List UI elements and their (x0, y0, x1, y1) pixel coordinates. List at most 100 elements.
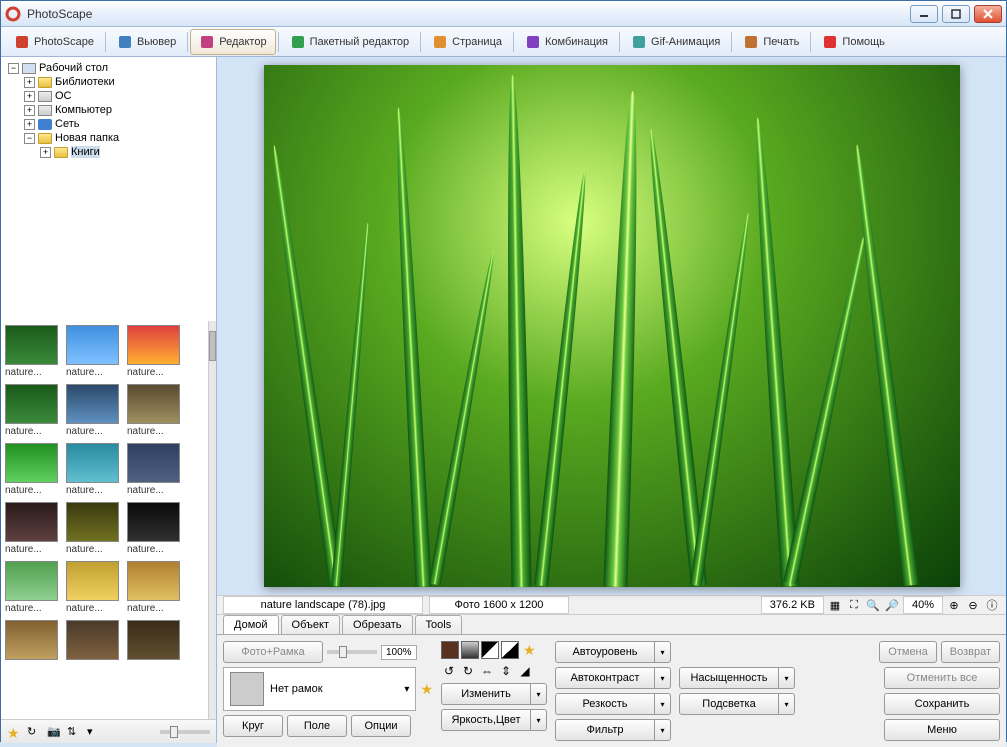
thumbnail-13[interactable]: nature... (66, 561, 121, 614)
scrollbar-handle[interactable] (209, 331, 216, 361)
photo-canvas[interactable] (264, 65, 960, 587)
resize-split-button[interactable]: Изменить▾ (441, 683, 547, 705)
editor-tab-1[interactable]: Объект (281, 615, 340, 634)
left-panel: −Рабочий стол+Библиотеки+ОС+Компьютер+Се… (1, 57, 217, 743)
autolevel-split-button[interactable]: Автоуровень▾ (555, 641, 671, 663)
thumbnail-3[interactable]: nature... (5, 384, 60, 437)
sharpness-split-button[interactable]: Резкость▾ (555, 693, 671, 715)
frame-favorite-icon[interactable]: ★ (420, 681, 433, 698)
frame-percent: 100% (381, 645, 417, 660)
round-button[interactable]: Круг (223, 715, 283, 737)
checker-icon[interactable]: ▦ (827, 597, 843, 613)
thumbnail-14[interactable]: nature... (127, 561, 182, 614)
sort-icon[interactable]: ⇅ (67, 725, 81, 739)
flip-h-icon[interactable]: ⇔ (479, 663, 495, 679)
thumbnail-toolbar: ★ ↻ 📷 ⇅ ▾ (1, 719, 216, 743)
tree-item-3[interactable]: +Компьютер (5, 103, 212, 117)
straighten-icon[interactable]: ◢ (517, 663, 533, 679)
zoom-out-icon[interactable]: ⊖ (965, 597, 981, 613)
fit-icon[interactable]: ⛶ (846, 597, 862, 613)
refresh-icon[interactable]: ↻ (27, 725, 41, 739)
right-panel: nature landscape (78).jpg Фото 1600 x 12… (217, 57, 1006, 743)
thumbnail-11[interactable]: nature... (127, 502, 182, 555)
maximize-button[interactable] (942, 5, 970, 23)
frame-selector[interactable]: Нет рамок ▾ (223, 667, 416, 711)
brightness-color-split-button[interactable]: Яркость,Цвет▾ (441, 709, 547, 731)
toolbar-tab-0[interactable]: PhotoScape (5, 29, 103, 55)
rotate-left-icon[interactable]: ↺ (441, 663, 457, 679)
chevron-down-icon: ▾ (404, 684, 409, 695)
field-button[interactable]: Поле (287, 715, 347, 737)
toolbar-tab-3[interactable]: Пакетный редактор (281, 29, 419, 55)
thumbnail-16[interactable] (66, 620, 121, 662)
thumb-size-slider[interactable] (160, 730, 210, 734)
backlight-split-button[interactable]: Подсветка▾ (679, 693, 795, 715)
main-toolbar: PhotoScapeВьюверРедакторПакетный редакто… (1, 27, 1006, 57)
save-button[interactable]: Сохранить (884, 693, 1000, 715)
thumbnail-15[interactable] (5, 620, 60, 662)
tree-item-4[interactable]: +Сеть (5, 117, 212, 131)
thumbnail-2[interactable]: nature... (127, 325, 182, 378)
thumbnail-9[interactable]: nature... (5, 502, 60, 555)
bw-tone-icon[interactable] (481, 641, 499, 659)
thumbnail-5[interactable]: nature... (127, 384, 182, 437)
thumbnail-7[interactable]: nature... (66, 443, 121, 496)
toolbar-tab-1[interactable]: Вьювер (108, 29, 185, 55)
invert-tone-icon[interactable] (501, 641, 519, 659)
thumbnail-17[interactable] (127, 620, 182, 662)
toolbar-tab-2[interactable]: Редактор (190, 29, 275, 55)
tree-item-5[interactable]: −Новая папка (5, 131, 212, 145)
undo-all-button[interactable]: Отменить все (884, 667, 1000, 689)
undo-button[interactable]: Отмена (879, 641, 936, 663)
thumbnail-8[interactable]: nature... (127, 443, 182, 496)
dropdown-icon[interactable]: ▾ (87, 725, 101, 739)
tone-favorite-icon[interactable]: ★ (523, 642, 536, 659)
info-icon[interactable]: ⓘ (984, 597, 1000, 613)
app-icon (5, 6, 21, 22)
grayscale-tone-icon[interactable] (461, 641, 479, 659)
close-button[interactable] (974, 5, 1002, 23)
frame-slider[interactable] (327, 650, 377, 654)
thumbnail-4[interactable]: nature... (66, 384, 121, 437)
zoom-in-fit-icon[interactable]: 🔍 (865, 597, 881, 613)
rotate-right-icon[interactable]: ↻ (460, 663, 476, 679)
thumbnail-6[interactable]: nature... (5, 443, 60, 496)
tree-item-1[interactable]: +Библиотеки (5, 75, 212, 89)
editor-tab-2[interactable]: Обрезать (342, 615, 413, 634)
minimize-button[interactable] (910, 5, 938, 23)
toolbar-tab-7[interactable]: Печать (734, 29, 808, 55)
thumbnail-1[interactable]: nature... (66, 325, 121, 378)
tree-item-6[interactable]: +Книги (5, 145, 212, 159)
thumbnail-grid[interactable]: nature...nature...nature...nature...natu… (1, 321, 208, 719)
editor-tabs: ДомойОбъектОбрезатьTools (217, 615, 1006, 634)
sepia-tone-icon[interactable] (441, 641, 459, 659)
toolbar-tab-5[interactable]: Комбинация (516, 29, 617, 55)
toolbar-tab-8[interactable]: Помощь (813, 29, 894, 55)
thumbnail-0[interactable]: nature... (5, 325, 60, 378)
zoom-in-icon[interactable]: ⊕ (946, 597, 962, 613)
editor-tab-3[interactable]: Tools (415, 615, 463, 634)
info-bar: nature landscape (78).jpg Фото 1600 x 12… (217, 595, 1006, 615)
thumbnail-12[interactable]: nature... (5, 561, 60, 614)
favorite-icon[interactable]: ★ (7, 725, 21, 739)
filter-split-button[interactable]: Фильтр▾ (555, 719, 671, 741)
filesize-field: 376.2 KB (761, 596, 824, 614)
saturation-split-button[interactable]: Насыщенность▾ (679, 667, 795, 689)
zoom-actual-icon[interactable]: 🔎 (884, 597, 900, 613)
autocontrast-split-button[interactable]: Автоконтраст▾ (555, 667, 671, 689)
menu-button[interactable]: Меню (884, 719, 1000, 741)
folder-tree[interactable]: −Рабочий стол+Библиотеки+ОС+Компьютер+Се… (1, 57, 216, 321)
redo-button[interactable]: Возврат (941, 641, 1000, 663)
thumbnail-10[interactable]: nature... (66, 502, 121, 555)
dimensions-field: Фото 1600 x 1200 (429, 596, 569, 614)
tree-item-0[interactable]: −Рабочий стол (5, 61, 212, 75)
flip-v-icon[interactable]: ⇕ (498, 663, 514, 679)
photo-frame-button[interactable]: Фото+Рамка (223, 641, 323, 663)
editor-tab-0[interactable]: Домой (223, 615, 279, 634)
options-button[interactable]: Опции (351, 715, 411, 737)
toolbar-tab-4[interactable]: Страница (423, 29, 511, 55)
thumbnail-scrollbar[interactable] (208, 321, 216, 719)
camera-icon[interactable]: 📷 (47, 725, 61, 739)
tree-item-2[interactable]: +ОС (5, 89, 212, 103)
toolbar-tab-6[interactable]: Gif-Анимация (622, 29, 729, 55)
